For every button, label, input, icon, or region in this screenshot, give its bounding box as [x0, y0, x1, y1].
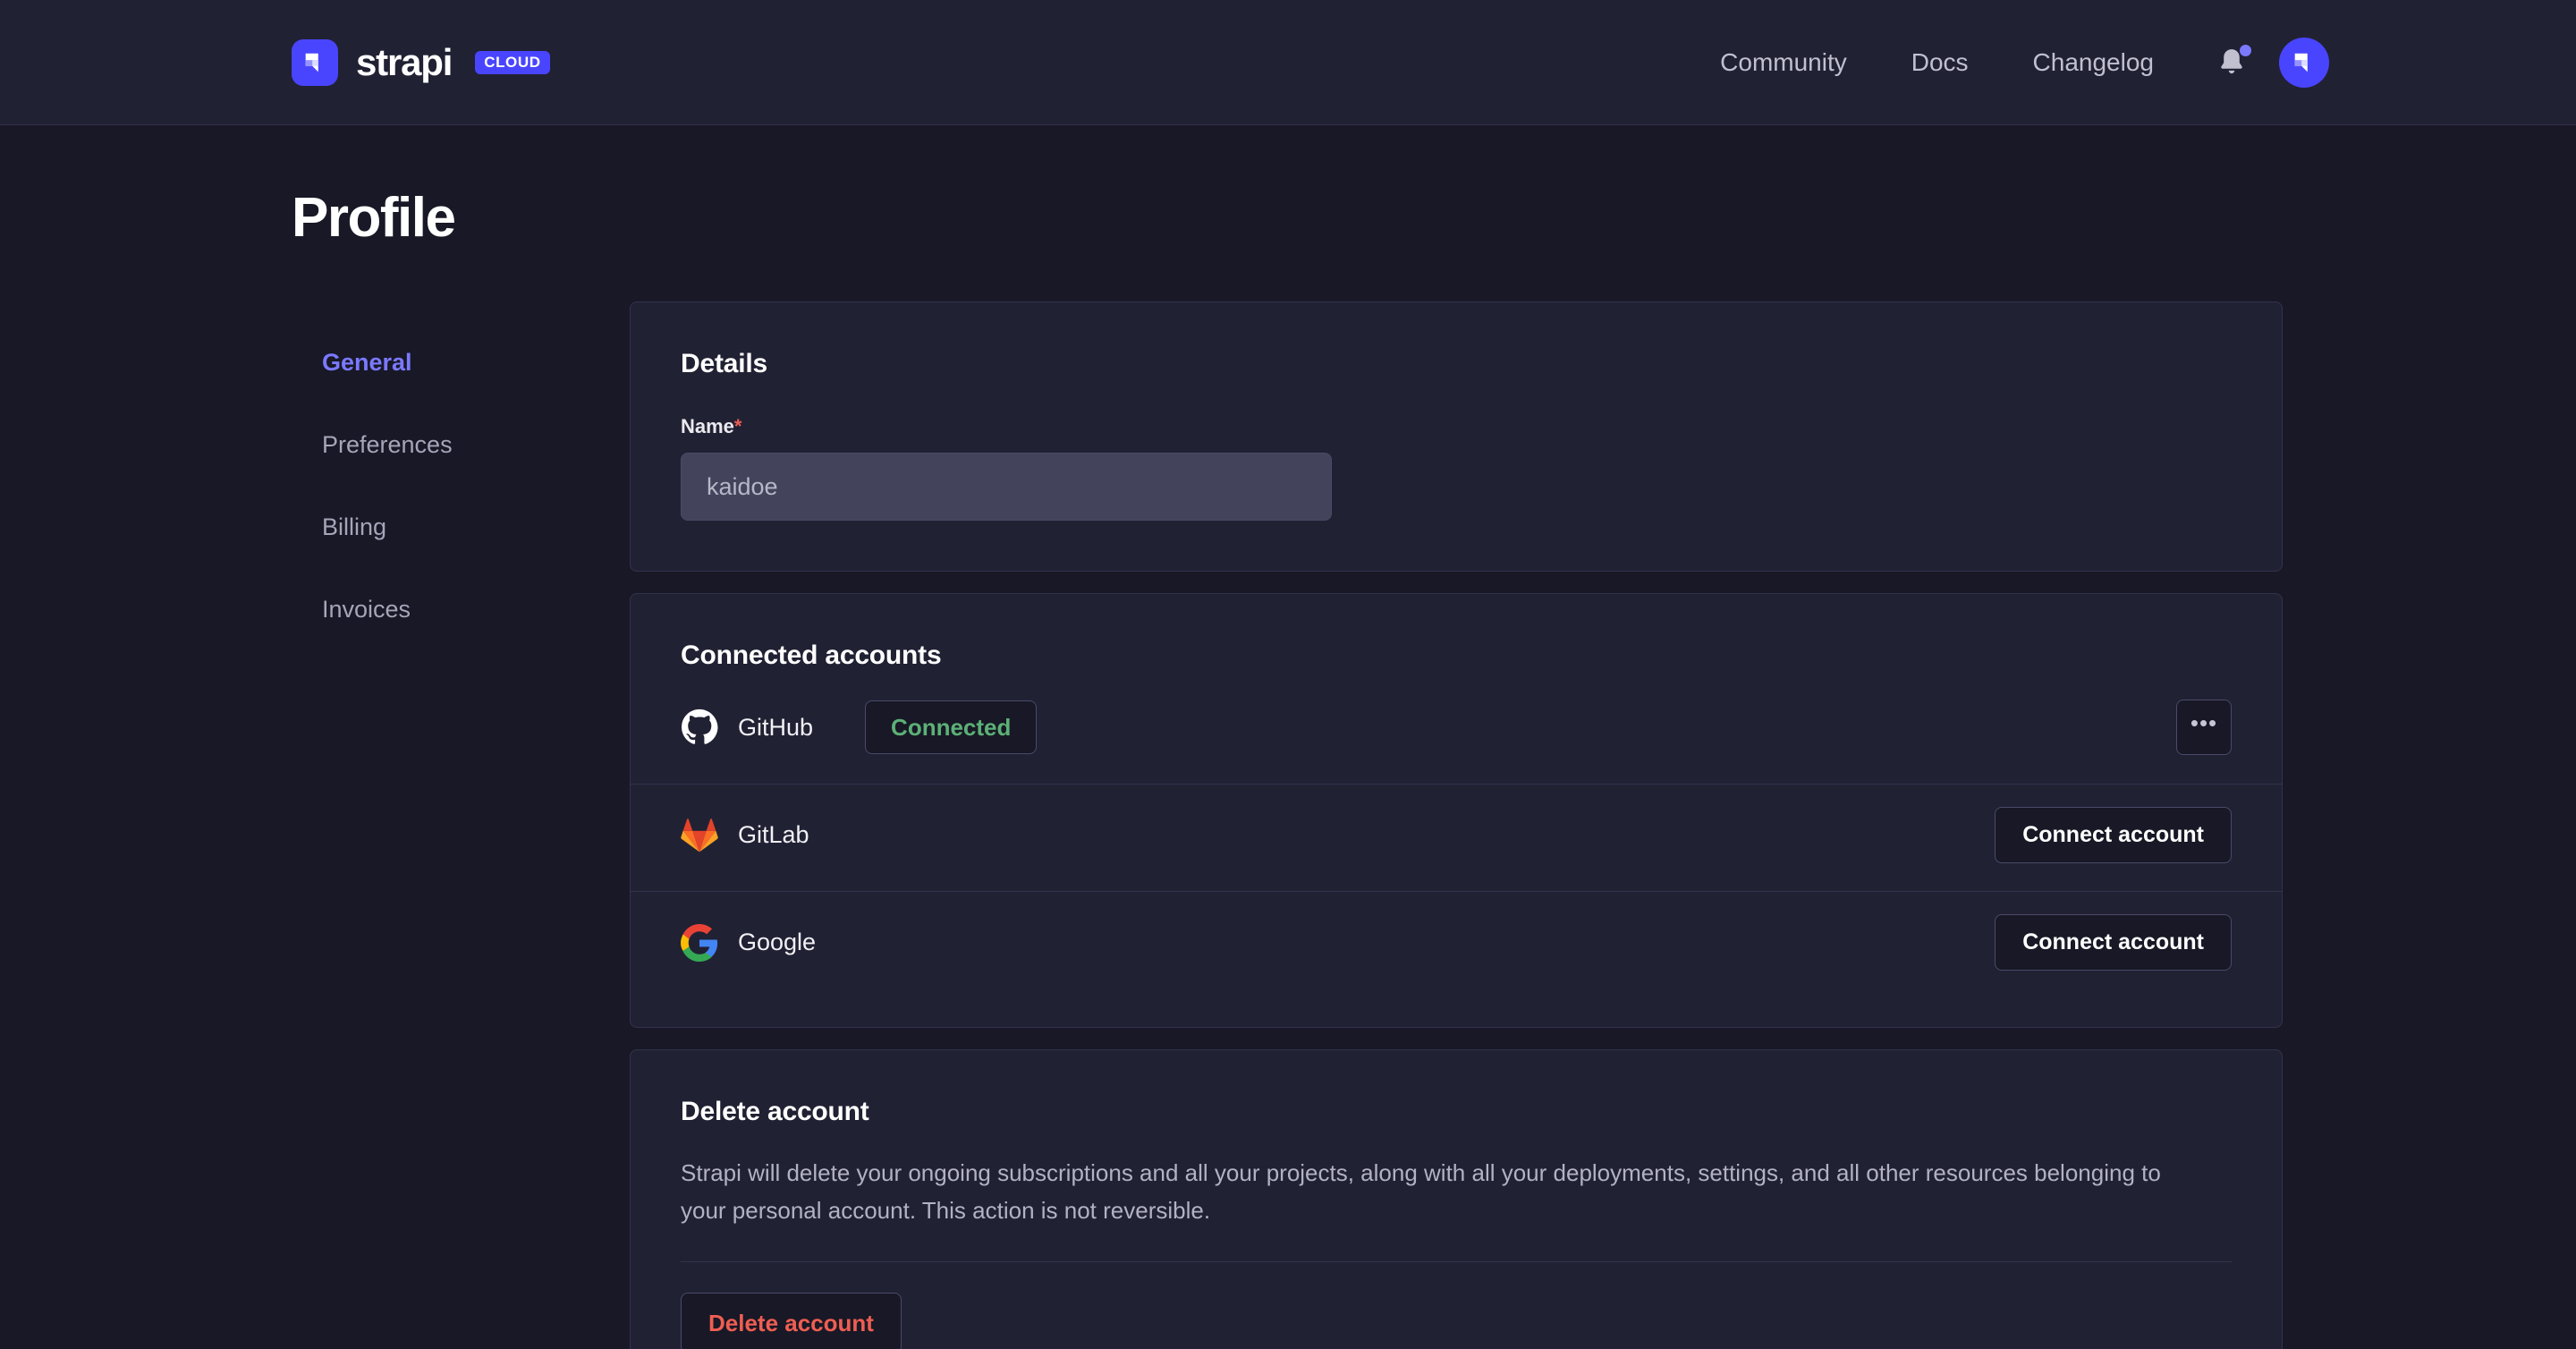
account-row-gitlab: GitLab Connect account: [631, 784, 2282, 886]
details-card: Details Name*: [630, 301, 2283, 572]
github-status-badge[interactable]: Connected: [865, 700, 1037, 754]
provider-github: GitHub: [681, 708, 813, 746]
sidebar-item-preferences[interactable]: Preferences: [292, 403, 630, 486]
header-actions: [2216, 38, 2329, 88]
delete-account-button[interactable]: Delete account: [681, 1293, 902, 1349]
delete-account-description: Strapi will delete your ongoing subscrip…: [681, 1154, 2210, 1229]
connected-accounts-card: Connected accounts GitHub Connected: [630, 593, 2283, 1028]
page-title: Profile: [292, 186, 2576, 250]
google-icon: [681, 924, 718, 962]
provider-name: GitHub: [738, 714, 813, 742]
name-field-group: Name*: [681, 415, 2232, 521]
github-more-options-button[interactable]: •••: [2176, 700, 2232, 755]
strapi-logo-icon: [292, 39, 338, 86]
nav-item-changelog[interactable]: Changelog: [2001, 48, 2186, 77]
provider-name: GitLab: [738, 821, 809, 849]
app-header: strapi CLOUD Community Docs Changelog: [0, 0, 2576, 125]
provider-google: Google: [681, 924, 816, 962]
profile-sidebar: General Preferences Billing Invoices: [292, 301, 630, 1349]
gitlab-icon: [681, 817, 718, 854]
profile-content: Details Name* Connected accounts: [630, 301, 2283, 1349]
name-label: Name*: [681, 415, 2232, 438]
strapi-avatar-icon: [2291, 49, 2318, 76]
page-body: Profile General Preferences Billing Invo…: [0, 186, 2576, 1349]
sidebar-item-label: Billing: [322, 513, 386, 541]
sidebar-item-billing[interactable]: Billing: [292, 486, 630, 568]
delete-account-title: Delete account: [681, 1097, 2232, 1127]
name-input[interactable]: [681, 453, 1332, 521]
sidebar-item-label: Preferences: [322, 431, 453, 459]
google-connect-account-button[interactable]: Connect account: [1995, 914, 2232, 971]
gitlab-connect-account-button[interactable]: Connect account: [1995, 807, 2232, 863]
account-row-google: Google Connect account: [631, 891, 2282, 993]
sidebar-item-general[interactable]: General: [292, 321, 630, 403]
provider-gitlab: GitLab: [681, 817, 809, 854]
ellipsis-icon: •••: [2190, 709, 2217, 737]
required-marker: *: [734, 415, 742, 437]
divider: [681, 1261, 2232, 1262]
sidebar-item-label: Invoices: [322, 596, 411, 624]
nav-item-docs[interactable]: Docs: [1879, 48, 2001, 77]
account-row-github: GitHub Connected •••: [631, 676, 2282, 778]
provider-name: Google: [738, 929, 816, 956]
notification-dot: [2240, 45, 2251, 56]
sidebar-item-label: General: [322, 349, 412, 377]
notifications-button[interactable]: [2216, 46, 2247, 80]
brand-name: strapi: [356, 41, 452, 84]
github-icon: [681, 708, 718, 746]
avatar[interactable]: [2279, 38, 2329, 88]
details-title: Details: [681, 349, 2232, 379]
name-label-text: Name: [681, 415, 734, 437]
nav-item-community[interactable]: Community: [1688, 48, 1879, 77]
profile-layout: General Preferences Billing Invoices Det…: [292, 301, 2576, 1349]
delete-account-card: Delete account Strapi will delete your o…: [630, 1049, 2283, 1349]
brand-logo[interactable]: strapi CLOUD: [292, 39, 550, 86]
cloud-badge: CLOUD: [475, 51, 549, 74]
sidebar-item-invoices[interactable]: Invoices: [292, 568, 630, 650]
main-nav: Community Docs Changelog: [1688, 38, 2329, 88]
connected-accounts-title: Connected accounts: [631, 641, 2282, 671]
